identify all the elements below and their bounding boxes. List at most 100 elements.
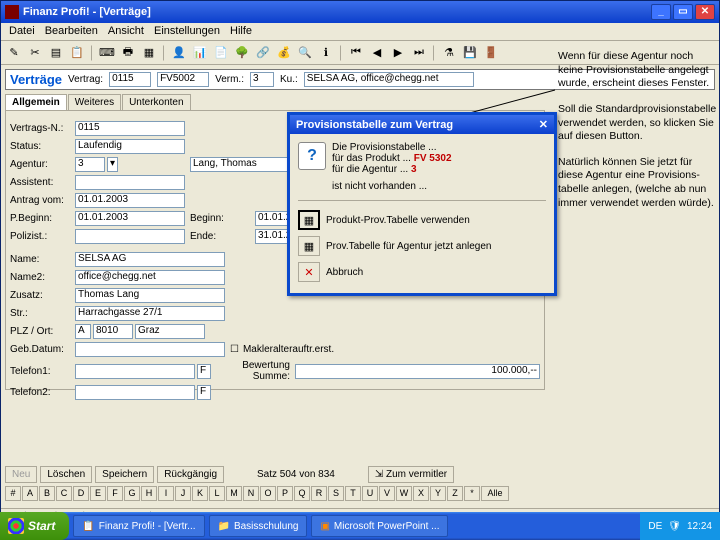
pbeginn-field[interactable]: 01.01.2003 [75, 211, 185, 226]
nav-next-icon[interactable]: ▶ [389, 44, 407, 62]
taskbar-item-ppt[interactable]: ▣Microsoft PowerPoint ... [311, 515, 448, 537]
tab-weiteres[interactable]: Weiteres [68, 94, 121, 110]
alpha-I[interactable]: I [158, 486, 174, 501]
alpha-N[interactable]: N [243, 486, 259, 501]
alpha-G[interactable]: G [124, 486, 140, 501]
tool-find-icon[interactable]: 🔍 [296, 44, 314, 62]
alpha-A[interactable]: A [22, 486, 38, 501]
alpha-B[interactable]: B [39, 486, 55, 501]
tool-new-icon[interactable]: ✎ [5, 44, 23, 62]
neu-button[interactable]: Neu [5, 466, 37, 483]
maximize-button[interactable]: ▭ [673, 4, 693, 20]
alpha-V[interactable]: V [379, 486, 395, 501]
alpha-J[interactable]: J [175, 486, 191, 501]
create-agency-table-button[interactable]: ▦ [298, 236, 320, 256]
menu-einstellungen[interactable]: Einstellungen [150, 25, 224, 38]
alpha-Alle[interactable]: Alle [481, 486, 509, 501]
ort-field[interactable]: Graz [135, 324, 205, 339]
taskbar-item-finanz[interactable]: 📋Finanz Profi! - [Vertr... [73, 515, 204, 537]
start-button[interactable]: Start [0, 512, 69, 540]
close-button[interactable]: ✕ [695, 4, 715, 20]
tool-print-icon[interactable]: 🖶 [119, 44, 137, 62]
tab-allgemein[interactable]: Allgemein [5, 94, 67, 110]
tool-filter-icon[interactable]: ⚗ [440, 44, 458, 62]
alpha-U[interactable]: U [362, 486, 378, 501]
minimize-button[interactable]: _ [651, 4, 671, 20]
tool-save-icon[interactable]: 💾 [461, 44, 479, 62]
polizist-field[interactable] [75, 229, 185, 244]
tool-link-icon[interactable]: 🔗 [254, 44, 272, 62]
status-field[interactable]: Laufendig [75, 139, 185, 154]
zum-vermittler-button[interactable]: ⇲ Zum vermitler [368, 466, 454, 483]
tool-paste-icon[interactable]: 📋 [68, 44, 86, 62]
taskbar-item-basis[interactable]: 📁Basisschulung [209, 515, 308, 537]
agentur-field[interactable]: 3 [75, 157, 105, 172]
tool-grid-icon[interactable]: ▦ [140, 44, 158, 62]
alpha-R[interactable]: R [311, 486, 327, 501]
tool-cut-icon[interactable]: ✂ [26, 44, 44, 62]
tool-doc-icon[interactable]: 📄 [212, 44, 230, 62]
alpha-H[interactable]: H [141, 486, 157, 501]
alpha-*[interactable]: * [464, 486, 480, 501]
rueckgaengig-button[interactable]: Rückgängig [157, 466, 224, 483]
alpha-Q[interactable]: Q [294, 486, 310, 501]
alpha-#[interactable]: # [5, 486, 21, 501]
vertrag-field[interactable]: 0115 [109, 72, 151, 87]
alpha-L[interactable]: L [209, 486, 225, 501]
tool-person-icon[interactable]: 👤 [170, 44, 188, 62]
alpha-C[interactable]: C [56, 486, 72, 501]
menu-hilfe[interactable]: Hilfe [226, 25, 256, 38]
plz-country-field[interactable]: A [75, 324, 91, 339]
verm-field[interactable]: 3 [250, 72, 274, 87]
nav-prev-icon[interactable]: ◀ [368, 44, 386, 62]
use-product-table-button[interactable]: ▦ [298, 210, 320, 230]
nav-last-icon[interactable]: ⏭ [410, 44, 428, 62]
tool-chart-icon[interactable]: 📊 [191, 44, 209, 62]
mak-checkbox[interactable]: ☐ [230, 344, 239, 355]
name-field[interactable]: SELSA AG [75, 252, 225, 267]
strasse-field[interactable]: Harrachgasse 27/1 [75, 306, 225, 321]
tel1-f[interactable]: F [197, 364, 211, 379]
menu-bearbeiten[interactable]: Bearbeiten [41, 25, 102, 38]
alpha-X[interactable]: X [413, 486, 429, 501]
alpha-E[interactable]: E [90, 486, 106, 501]
menu-ansicht[interactable]: Ansicht [104, 25, 148, 38]
tray-lang[interactable]: DE [648, 521, 662, 532]
alpha-Y[interactable]: Y [430, 486, 446, 501]
tool-tree-icon[interactable]: 🌳 [233, 44, 251, 62]
alpha-S[interactable]: S [328, 486, 344, 501]
agentur-dropdown-icon[interactable]: ▾ [107, 157, 118, 172]
tel1-field[interactable] [75, 364, 195, 379]
tool-copy-icon[interactable]: ▤ [47, 44, 65, 62]
tray-icon[interactable]: 🛡 [668, 521, 681, 532]
tool-money-icon[interactable]: 💰 [275, 44, 293, 62]
loeschen-button[interactable]: Löschen [40, 466, 92, 483]
alpha-P[interactable]: P [277, 486, 293, 501]
assistent-field[interactable] [75, 175, 185, 190]
alpha-O[interactable]: O [260, 486, 276, 501]
alpha-T[interactable]: T [345, 486, 361, 501]
geb-field[interactable] [75, 342, 225, 357]
bew-field[interactable]: 100.000,-- [295, 364, 540, 379]
plz-field[interactable]: 8010 [93, 324, 133, 339]
alpha-D[interactable]: D [73, 486, 89, 501]
speichern-button[interactable]: Speichern [95, 466, 154, 483]
vertragsnr-field[interactable]: 0115 [75, 121, 185, 136]
alpha-K[interactable]: K [192, 486, 208, 501]
alpha-M[interactable]: M [226, 486, 242, 501]
alpha-Z[interactable]: Z [447, 486, 463, 501]
zusatz-field[interactable]: Thomas Lang [75, 288, 225, 303]
tel2-field[interactable] [75, 385, 195, 400]
tool-exit-icon[interactable]: 🚪 [482, 44, 500, 62]
nav-first-icon[interactable]: ⏮ [347, 44, 365, 62]
alpha-F[interactable]: F [107, 486, 123, 501]
tool-info-icon[interactable]: ℹ [317, 44, 335, 62]
tool-calc-icon[interactable]: ⌨ [98, 44, 116, 62]
product-field[interactable]: FV5002 [157, 72, 209, 87]
menu-datei[interactable]: Datei [5, 25, 39, 38]
dialog-cancel-button[interactable]: ✕ [298, 262, 320, 282]
name2-field[interactable]: office@chegg.net [75, 270, 225, 285]
ku-field[interactable]: SELSA AG, office@chegg.net [304, 72, 474, 87]
tab-unterkonten[interactable]: Unterkonten [122, 94, 190, 110]
antrag-field[interactable]: 01.01.2003 [75, 193, 185, 208]
